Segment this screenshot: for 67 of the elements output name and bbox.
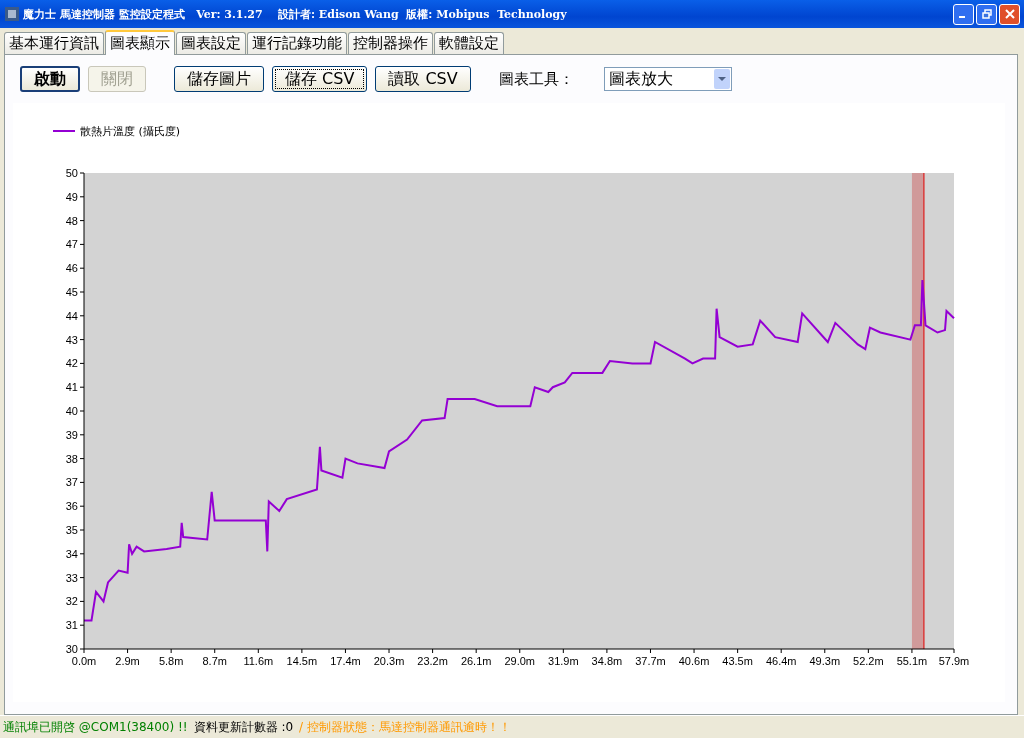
dropdown-caret-icon bbox=[717, 76, 726, 82]
tab[interactable]: 軟體設定 bbox=[434, 32, 504, 54]
x-tick-label: 29.0m bbox=[504, 655, 536, 667]
x-tick-label: 49.3m bbox=[809, 655, 841, 667]
restore-icon bbox=[981, 9, 992, 19]
minimize-icon bbox=[959, 16, 965, 18]
x-tick-label: 31.9m bbox=[548, 655, 579, 667]
status-text: 資料更新計數器 :0 bbox=[193, 718, 294, 736]
tab[interactable]: 運行記錄功能 bbox=[247, 32, 347, 54]
close-icon bbox=[1004, 9, 1015, 19]
x-tick-label: 43.5m bbox=[722, 655, 753, 667]
y-tick-label: 31 bbox=[65, 619, 78, 632]
toolbar-button[interactable]: 啟動 bbox=[20, 66, 80, 92]
x-tick-label: 0.0m bbox=[71, 655, 97, 667]
x-tick-label: 5.8m bbox=[158, 655, 184, 667]
x-tick-label: 23.2m bbox=[417, 655, 448, 667]
chart-tool-label: 圖表工具： bbox=[498, 69, 574, 89]
toolbar-button[interactable]: 儲存圖片 bbox=[174, 66, 264, 92]
y-tick-label: 38 bbox=[65, 452, 78, 465]
restore-button[interactable] bbox=[976, 3, 997, 25]
x-tick-label: 17.4m bbox=[330, 655, 361, 667]
tab[interactable]: 圖表設定 bbox=[176, 32, 246, 54]
x-tick-label: 14.5m bbox=[286, 655, 318, 667]
tab[interactable]: 基本運行資訊 bbox=[4, 32, 104, 54]
status-text: 通訊埠已開啓 @COM1(38400) !! bbox=[3, 718, 188, 736]
toolbar-button[interactable]: 讀取 CSV bbox=[375, 66, 471, 92]
y-tick-label: 30 bbox=[65, 643, 78, 655]
x-tick-label: 57.9m bbox=[938, 655, 970, 667]
x-tick-label: 8.7m bbox=[202, 655, 227, 667]
toolbar-button[interactable]: 儲存 CSV bbox=[272, 66, 368, 92]
x-tick-label: 52.2m bbox=[853, 655, 884, 667]
tab[interactable]: 控制器操作 bbox=[348, 32, 433, 54]
y-tick-label: 33 bbox=[65, 571, 78, 584]
y-tick-label: 39 bbox=[65, 428, 78, 441]
legend-label: 散熱片溫度 (攝氏度) bbox=[80, 125, 181, 138]
chart-tool-dropdown[interactable]: 圖表放大 bbox=[603, 67, 732, 91]
y-tick-label: 46 bbox=[65, 262, 78, 275]
y-tick-label: 47 bbox=[65, 238, 78, 251]
window-title: 魔力士 馬達控制器 監控設定程式 Ver: 3.1.27 設計者: Edison Wang 版權: Mobipus Technology bbox=[23, 6, 568, 22]
y-tick-label: 37 bbox=[65, 476, 78, 489]
x-tick-label: 26.1m bbox=[460, 655, 492, 667]
y-tick-label: 49 bbox=[65, 190, 78, 203]
y-tick-label: 32 bbox=[65, 595, 78, 608]
close-button[interactable] bbox=[999, 3, 1020, 25]
y-tick-label: 45 bbox=[65, 286, 78, 298]
y-tick-label: 35 bbox=[65, 524, 78, 536]
y-tick-label: 40 bbox=[65, 405, 78, 417]
x-tick-label: 20.3m bbox=[373, 655, 405, 667]
y-tick-label: 43 bbox=[65, 333, 78, 346]
y-tick-label: 50 bbox=[65, 167, 78, 179]
y-tick-label: 48 bbox=[65, 214, 78, 227]
x-tick-label: 34.8m bbox=[591, 655, 623, 667]
y-tick-label: 42 bbox=[65, 357, 78, 370]
y-tick-label: 41 bbox=[65, 381, 78, 394]
app-icon bbox=[5, 7, 19, 21]
x-tick-label: 11.6m bbox=[243, 655, 274, 667]
x-tick-label: 40.6m bbox=[678, 655, 710, 667]
x-tick-label: 2.9m bbox=[115, 655, 140, 667]
x-tick-label: 46.4m bbox=[765, 655, 797, 667]
x-tick-label: 37.7m bbox=[635, 655, 666, 667]
y-tick-label: 36 bbox=[65, 500, 78, 513]
y-tick-label: 44 bbox=[65, 309, 78, 322]
x-tick-label: 55.1m bbox=[896, 655, 928, 667]
minimize-button[interactable] bbox=[953, 3, 974, 25]
status-text: / 控制器狀態：馬達控制器通訊逾時！！ bbox=[299, 718, 511, 736]
tab[interactable]: 圖表顯示 bbox=[105, 30, 175, 55]
y-tick-label: 34 bbox=[65, 547, 78, 560]
